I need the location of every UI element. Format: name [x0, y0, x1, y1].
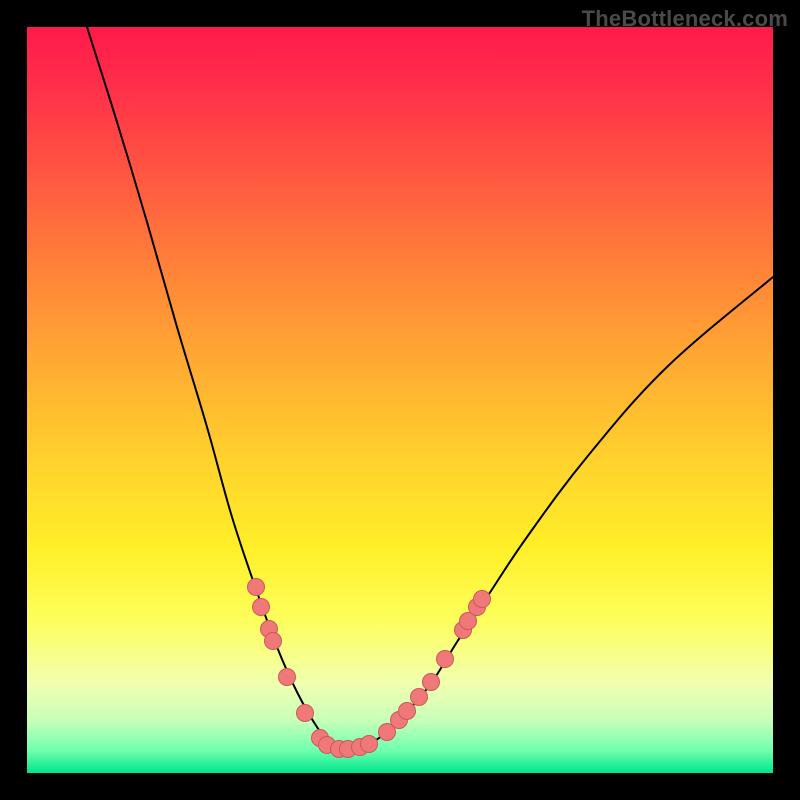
chart-frame: TheBottleneck.com: [0, 0, 800, 800]
marker-dot: [437, 651, 454, 668]
marker-dot: [411, 689, 428, 706]
marker-dot: [423, 674, 440, 691]
bottleneck-curve: [87, 27, 773, 749]
marker-dot: [248, 579, 265, 596]
plot-area: [27, 27, 773, 773]
marker-dot: [253, 599, 270, 616]
marker-dot: [361, 736, 378, 753]
marker-dot: [279, 669, 296, 686]
watermark-text: TheBottleneck.com: [582, 6, 788, 32]
marker-dot: [265, 633, 282, 650]
marker-dot: [474, 591, 491, 608]
curve-svg: [27, 27, 773, 773]
marker-dots: [248, 579, 491, 758]
marker-dot: [399, 703, 416, 720]
marker-dot: [297, 705, 314, 722]
